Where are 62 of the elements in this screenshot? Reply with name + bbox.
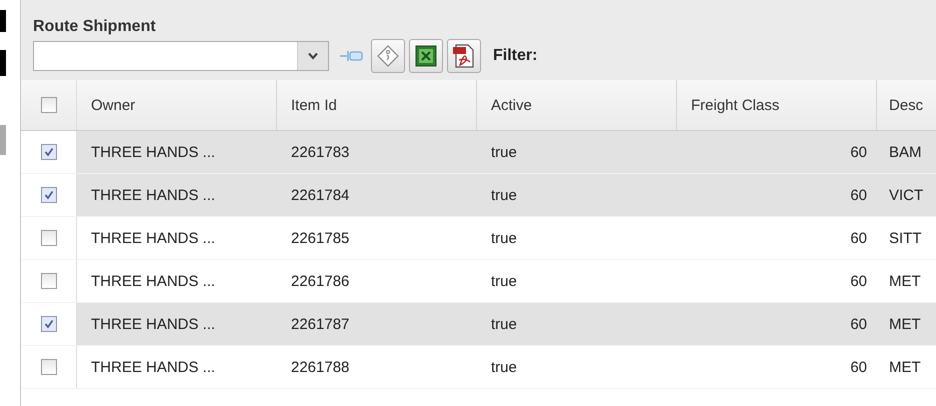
- table-cell: true: [491, 230, 517, 246]
- table-cell: 60: [850, 144, 867, 160]
- checkmark-icon: [44, 319, 54, 329]
- selected-row[interactable]: THREE HANDS ... 2261783 true 60 BAM: [77, 131, 936, 173]
- checkbox[interactable]: [40, 230, 56, 246]
- chevron-down-icon: [308, 52, 318, 60]
- table-cell: BAM: [889, 144, 922, 160]
- column-header[interactable]: Desc: [889, 96, 924, 114]
- pdf-icon: [452, 43, 476, 69]
- tag-icon: [376, 44, 400, 68]
- selected-row[interactable]: THREE HANDS ... 2261784 true 60 VICT: [77, 174, 936, 216]
- checkbox[interactable]: [40, 97, 56, 113]
- table-cell: true: [491, 316, 517, 332]
- table-cell: 60: [850, 186, 867, 204]
- table-cell: VICT: [889, 186, 924, 204]
- checkbox[interactable]: [40, 316, 56, 332]
- table-cell: true: [491, 358, 517, 376]
- table-cell: MET: [889, 272, 921, 290]
- table-cell: 60: [850, 272, 867, 290]
- table-cell: MET: [889, 316, 921, 332]
- checkbox[interactable]: [40, 273, 56, 289]
- table-cell: THREE HANDS ...: [91, 144, 216, 160]
- column-header[interactable]: Active: [491, 96, 532, 114]
- table-cell: true: [491, 272, 517, 290]
- table-cell: 60: [850, 230, 867, 246]
- filter-label: Filter:: [493, 47, 538, 65]
- table-cell: true: [491, 144, 517, 160]
- table-cell: 2261783: [291, 144, 350, 160]
- table-cell: SITT: [889, 230, 922, 246]
- pdf-button[interactable]: [447, 39, 481, 73]
- table-cell: 2261788: [291, 358, 350, 376]
- table-cell: 2261785: [291, 230, 350, 246]
- window-edge: [0, 10, 6, 32]
- panel-title: Route Shipment: [32, 17, 157, 32]
- table-cell: 2261784: [291, 186, 350, 204]
- checkbox[interactable]: [40, 359, 56, 375]
- table-cell: THREE HANDS ...: [91, 316, 216, 332]
- excel-button[interactable]: [409, 39, 443, 73]
- checkmark-icon: [44, 147, 54, 157]
- dropdown-button[interactable]: [297, 42, 328, 70]
- spreadsheet-icon: [414, 44, 438, 68]
- table-cell: THREE HANDS ...: [91, 358, 216, 376]
- column-header[interactable]: Owner: [91, 96, 136, 114]
- window-edge: [0, 50, 6, 76]
- selected-row[interactable]: THREE HANDS ... 2261787 true 60 MET: [77, 303, 936, 345]
- table-cell: 60: [850, 316, 867, 332]
- table-cell: 2261786: [291, 272, 350, 290]
- checkbox[interactable]: [40, 144, 56, 160]
- tag-button[interactable]: [371, 39, 405, 73]
- column-header[interactable]: Item Id: [291, 96, 337, 114]
- column-header[interactable]: Freight Class: [691, 96, 780, 114]
- table-cell: MET: [889, 358, 921, 376]
- checkmark-icon: [44, 190, 54, 200]
- table-cell: true: [491, 186, 517, 204]
- table-cell: 2261787: [291, 316, 350, 332]
- pin-icon[interactable]: [339, 49, 365, 63]
- table-cell: THREE HANDS ...: [91, 230, 216, 246]
- table-cell: 60: [850, 358, 867, 376]
- table-cell: THREE HANDS ...: [91, 272, 216, 290]
- window-edge: [0, 125, 6, 155]
- checkbox[interactable]: [40, 187, 56, 203]
- table-cell: THREE HANDS ...: [91, 186, 216, 204]
